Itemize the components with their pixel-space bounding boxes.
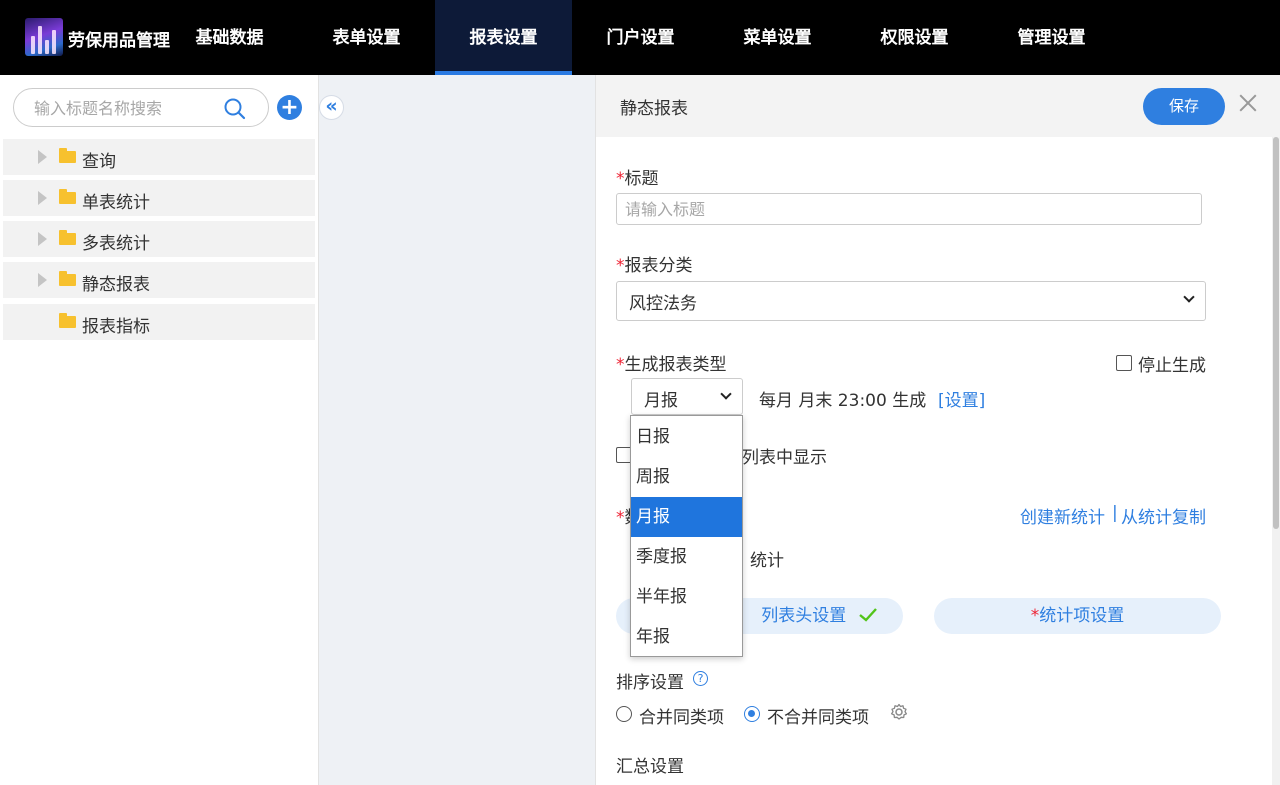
chevron-down-icon <box>720 388 732 400</box>
tree-item-label: 查询 <box>82 152 116 172</box>
panel-scrollbar[interactable] <box>1272 137 1280 785</box>
folder-icon <box>59 313 76 328</box>
report-type-dropdown: 日报 周报 月报 季度报 半年报 年报 <box>630 415 743 657</box>
add-icon[interactable]: + <box>277 95 302 120</box>
check-icon <box>858 608 877 622</box>
folder-icon <box>59 148 76 163</box>
tab-basic-data[interactable]: 基础数据 <box>161 0 298 75</box>
tree-item-label: 静态报表 <box>82 275 150 295</box>
category-select[interactable]: 风控法务 <box>616 281 1206 321</box>
category-label: *报表分类 <box>616 256 693 276</box>
folder-icon <box>59 271 76 286</box>
app-logo <box>25 18 63 56</box>
tab-permission-settings[interactable]: 权限设置 <box>846 0 983 75</box>
close-icon[interactable] <box>1238 93 1258 113</box>
option-yearly[interactable]: 年报 <box>631 617 742 657</box>
tree-item-multi-table-stats[interactable]: 多表统计 <box>3 221 315 257</box>
app-title: 劳保用品管理 <box>68 31 170 51</box>
help-icon[interactable]: ? <box>693 671 708 686</box>
merge-label: 合并同类项 <box>639 708 724 728</box>
copy-stat-link[interactable]: 从统计复制 <box>1121 503 1206 528</box>
option-quarterly[interactable]: 季度报 <box>631 537 742 577</box>
option-daily[interactable]: 日报 <box>631 417 742 457</box>
tab-portal-settings[interactable]: 门户设置 <box>572 0 709 75</box>
sidebar: + 查询 单表统计 多表统计 静态报表 报表指标 <box>0 75 319 785</box>
schedule-settings-link[interactable]: [设置] <box>938 386 985 411</box>
list-display-label: 列表中显示 <box>742 448 827 468</box>
tree-item-label: 报表指标 <box>82 317 150 337</box>
save-button[interactable]: 保存 <box>1143 88 1225 125</box>
tree-item-report-metrics[interactable]: 报表指标 <box>3 304 315 340</box>
report-type-select[interactable]: 月报 <box>631 378 743 415</box>
option-monthly[interactable]: 月报 <box>631 497 742 537</box>
no-merge-radio[interactable] <box>744 706 760 722</box>
middle-pane <box>319 75 595 785</box>
option-weekly[interactable]: 周报 <box>631 457 742 497</box>
title-input[interactable] <box>616 193 1202 225</box>
stop-generate-label: 停止生成 <box>1138 356 1206 376</box>
expand-arrow-icon[interactable] <box>38 191 47 205</box>
top-nav: 劳保用品管理 基础数据 表单设置 报表设置 门户设置 菜单设置 权限设置 管理设… <box>0 0 1280 75</box>
search-box <box>13 88 269 127</box>
tree-item-label: 单表统计 <box>82 193 150 213</box>
tree-item-query[interactable]: 查询 <box>3 139 315 175</box>
tab-report-settings[interactable]: 报表设置 <box>435 0 572 75</box>
stat-items-settings-button[interactable]: *统计项设置 <box>934 598 1221 634</box>
no-merge-label: 不合并同类项 <box>767 708 869 728</box>
stop-generate-checkbox[interactable] <box>1116 355 1132 371</box>
stats-text: 统计 <box>750 551 784 571</box>
folder-icon <box>59 230 76 245</box>
gear-icon[interactable] <box>890 703 908 721</box>
tree-item-static-report[interactable]: 静态报表 <box>3 262 315 298</box>
tree-item-single-table-stats[interactable]: 单表统计 <box>3 180 315 216</box>
expand-arrow-icon[interactable] <box>38 232 47 246</box>
summary-label: 汇总设置 <box>616 757 684 777</box>
expand-arrow-icon[interactable] <box>38 273 47 287</box>
search-input[interactable] <box>34 95 224 121</box>
tab-menu-settings[interactable]: 菜单设置 <box>709 0 846 75</box>
panel-title: 静态报表 <box>620 99 688 119</box>
tree-item-label: 多表统计 <box>82 234 150 254</box>
scrollbar-thumb[interactable] <box>1273 137 1279 529</box>
create-stat-link[interactable]: 创建新统计 <box>1020 503 1105 528</box>
panel-header: 静态报表 保存 <box>596 75 1280 137</box>
chevron-down-icon <box>1183 291 1195 303</box>
title-label: *标题 <box>616 169 659 189</box>
option-half-year[interactable]: 半年报 <box>631 577 742 617</box>
tab-form-settings[interactable]: 表单设置 <box>298 0 435 75</box>
folder-icon <box>59 189 76 204</box>
type-label: *生成报表类型 <box>616 355 727 375</box>
expand-arrow-icon[interactable] <box>38 150 47 164</box>
collapse-icon[interactable]: « <box>319 95 344 120</box>
sort-label: 排序设置 <box>616 673 684 693</box>
merge-radio[interactable] <box>616 706 632 722</box>
search-icon[interactable] <box>224 98 246 120</box>
link-separator: | <box>1112 503 1118 523</box>
tab-admin-settings[interactable]: 管理设置 <box>983 0 1120 75</box>
schedule-text: 每月 月末 23:00 生成 <box>759 391 927 411</box>
